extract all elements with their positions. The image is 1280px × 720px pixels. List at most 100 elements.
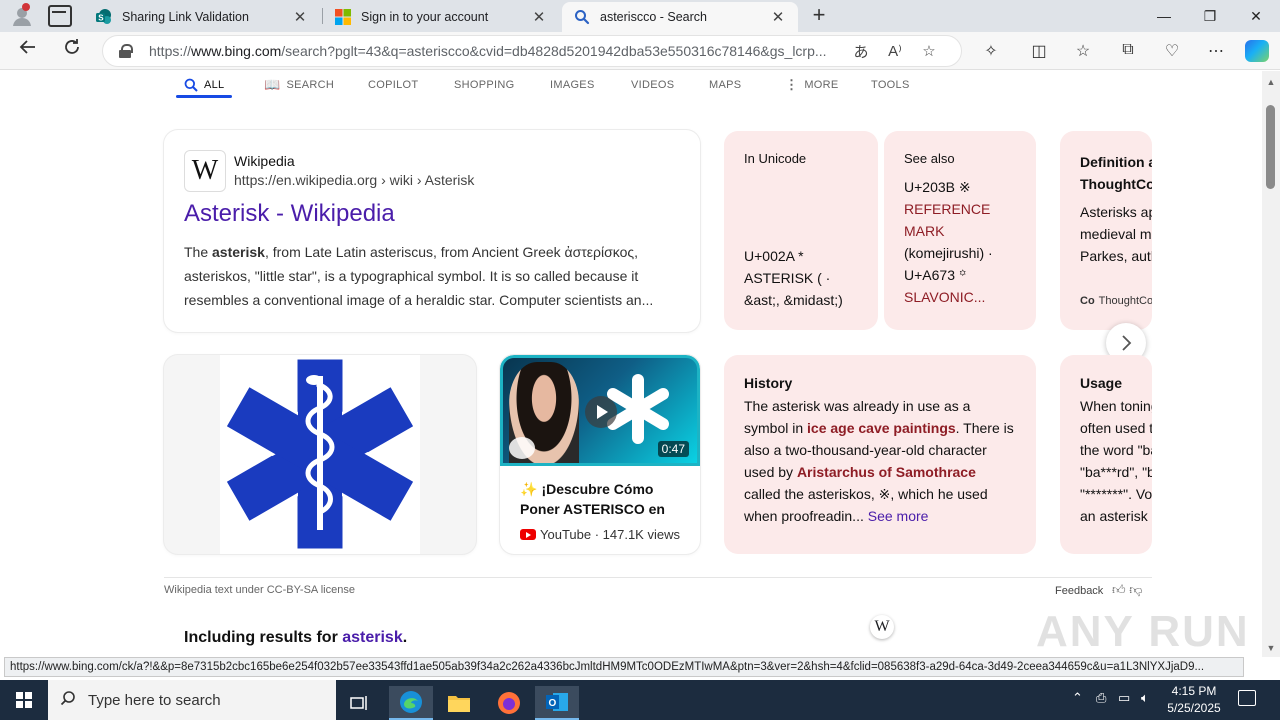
including-text: . [402, 629, 408, 646]
tab-actions-icon[interactable] [48, 5, 72, 27]
network-tray-icon[interactable]: ⎙ [1096, 690, 1106, 706]
license-link[interactable]: Wikipedia text under CC-BY-SA license [164, 584, 355, 596]
page-scrollbar[interactable]: ▲ ▼ [1262, 71, 1280, 657]
site-url[interactable]: https://en.wikipedia.org › wiki › Asteri… [234, 172, 474, 188]
feedback-link[interactable]: Feedback [1055, 585, 1103, 597]
tab-sharing-link-validation[interactable]: S Sharing Link Validation ✕ [84, 2, 320, 32]
tab-sign-in[interactable]: Sign in to your account ✕ [323, 2, 559, 32]
see-more-link[interactable]: See more [868, 508, 929, 524]
divider [164, 577, 1152, 578]
back-button[interactable] [14, 38, 42, 64]
taskbar-search[interactable]: Type here to search [48, 680, 336, 720]
wikipedia-logo[interactable]: W [184, 150, 226, 192]
tray-overflow-icon[interactable]: ⌃ [1072, 690, 1083, 706]
wikipedia-mini-icon[interactable]: W [870, 615, 894, 639]
url-text[interactable]: https://www.bing.com/search?pglt=43&q=as… [149, 43, 837, 59]
usage-card[interactable]: Usage When toning often used t the word … [1060, 355, 1152, 554]
split-screen-icon[interactable]: ◫ [1027, 41, 1051, 61]
thumbs-up-icon[interactable]: 👍︎ [1112, 582, 1126, 597]
task-view-icon[interactable] [338, 686, 382, 720]
close-tab-icon[interactable]: ✕ [292, 8, 308, 26]
tab-title: asteriscco - Search [600, 10, 707, 24]
translate-icon[interactable]: あ [851, 41, 871, 62]
site-name[interactable]: Wikipedia [234, 153, 295, 169]
address-bar[interactable]: https://www.bing.com/search?pglt=43&q=as… [102, 35, 962, 67]
aristarchus-link[interactable]: Aristarchus of Samothrace [797, 464, 976, 480]
close-window-button[interactable]: ✕ [1236, 4, 1276, 28]
tab-title: Sharing Link Validation [122, 10, 249, 24]
scope-maps[interactable]: MAPS [709, 71, 741, 99]
outlook-icon[interactable]: O [535, 686, 579, 720]
video-title[interactable]: ✨ ¡Descubre Cómo Poner ASTERISCO en [520, 479, 690, 519]
read-aloud-icon[interactable]: A⁾ [885, 42, 905, 60]
video-result-card[interactable]: 0:47 ✨ ¡Descubre Cómo Poner ASTERISCO en … [500, 355, 700, 554]
scroll-up-icon[interactable]: ▲ [1266, 77, 1276, 87]
thumbs-down-icon[interactable]: 👎︎ [1129, 582, 1142, 597]
tab-title: Sign in to your account [361, 10, 489, 24]
sharepoint-icon: S [96, 9, 111, 24]
history-card[interactable]: History The asterisk was already in use … [724, 355, 1036, 554]
file-explorer-icon[interactable] [437, 686, 481, 720]
see-also-link[interactable]: REFERENCE [904, 198, 1016, 220]
edge-taskbar-icon[interactable] [389, 686, 433, 720]
see-also-line: (komejirushi) · [904, 245, 993, 261]
favorite-star-icon[interactable]: ☆ [919, 42, 939, 60]
collections-icon[interactable]: ⧉ [1116, 41, 1140, 59]
video-source: YouTube · 147.1K views [520, 527, 680, 542]
see-also-link[interactable]: MARK [904, 220, 1016, 242]
usage-line: an asterisk [1080, 508, 1148, 524]
video-title-text: ¡Descubre Cómo Poner ASTERISCO en [520, 481, 665, 517]
corrected-query-link[interactable]: asterisk [342, 629, 403, 646]
scope-search[interactable]: 📖 SEARCH [264, 71, 334, 99]
scroll-down-icon[interactable]: ▼ [1266, 643, 1276, 653]
scope-more[interactable]: ⋮ MORE [785, 71, 839, 99]
extensions-icon[interactable]: ✧ [979, 41, 1003, 61]
more-options-icon[interactable]: ⋯ [1204, 41, 1228, 61]
definition-source[interactable]: Co ThoughtCo [1080, 295, 1152, 307]
result-snippet: The asterisk, from Late Latin asteriscus… [184, 240, 680, 312]
definition-card[interactable]: Definition a ThoughtCo Asterisks ap medie… [1060, 131, 1152, 330]
wifi-tray-icon[interactable]: ▭ [1118, 690, 1130, 706]
taskbar-clock[interactable]: 4:15 PM 5/25/2025 [1156, 683, 1232, 717]
in-unicode-card[interactable]: In Unicode U+002A * ASTERISK ( · &ast;, … [724, 131, 878, 330]
new-tab-button[interactable]: + [808, 4, 830, 26]
scope-videos[interactable]: VIDEOS [631, 71, 674, 99]
browser-toolbar: https://www.bing.com/search?pglt=43&q=as… [0, 32, 1280, 70]
scrollbar-thumb[interactable] [1266, 105, 1275, 189]
see-also-link[interactable]: SLAVONIC... [904, 286, 1016, 308]
history-text: The asterisk was already in use as a sym… [744, 395, 1016, 527]
video-thumbnail[interactable]: 0:47 [500, 355, 700, 466]
card-title: Usage [1080, 375, 1123, 391]
notification-center-icon[interactable] [1238, 690, 1256, 706]
restore-button[interactable]: ❐ [1190, 4, 1230, 28]
scope-copilot[interactable]: COPILOT [368, 71, 418, 99]
see-also-card[interactable]: See also U+203B ※ REFERENCE MARK (komeji… [884, 131, 1036, 330]
play-button-icon[interactable] [585, 396, 617, 428]
minimize-button[interactable]: — [1144, 4, 1184, 28]
copilot-icon[interactable] [1245, 40, 1269, 62]
volume-tray-icon[interactable]: 🔈︎ [1141, 690, 1149, 706]
result-title-link[interactable]: Asterisk - Wikipedia [184, 200, 395, 228]
browser-essentials-icon[interactable]: ♡ [1160, 41, 1184, 61]
scope-shopping[interactable]: SHOPPING [454, 71, 514, 99]
firefox-icon[interactable] [487, 686, 531, 720]
image-result-card[interactable] [164, 355, 476, 554]
video-duration: 0:47 [657, 441, 689, 457]
lock-icon[interactable] [119, 44, 133, 58]
tab-asteriscco-search[interactable]: asteriscco - Search ✕ [562, 2, 798, 32]
close-tab-icon[interactable]: ✕ [531, 8, 547, 26]
refresh-button[interactable] [58, 38, 86, 64]
windows-start-icon[interactable] [16, 692, 32, 708]
favorites-icon[interactable]: ☆ [1071, 41, 1095, 61]
ice-age-link[interactable]: ice age cave paintings [807, 420, 956, 436]
svg-text:S: S [98, 14, 104, 23]
close-tab-icon[interactable]: ✕ [770, 8, 786, 26]
usage-line: "ba***rd", "b [1080, 464, 1152, 480]
card-title: In Unicode [744, 151, 807, 166]
tab-strip: S Sharing Link Validation ✕ Sign in to y… [0, 0, 1280, 32]
clock-time: 4:15 PM [1171, 684, 1217, 698]
star-of-life-icon [222, 356, 418, 552]
svg-text:O: O [549, 698, 557, 709]
scope-tools[interactable]: TOOLS [871, 71, 910, 99]
scope-images[interactable]: IMAGES [550, 71, 595, 99]
